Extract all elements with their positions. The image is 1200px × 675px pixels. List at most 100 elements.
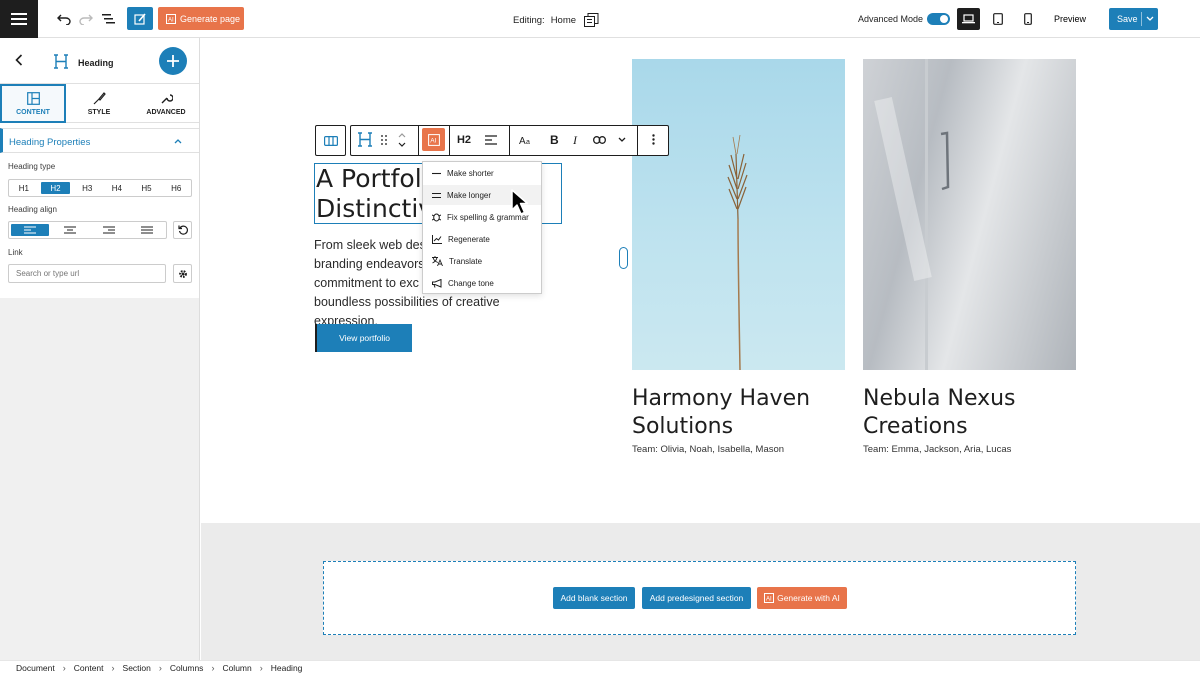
svg-text:AI: AI	[430, 137, 436, 144]
mobile-icon	[1024, 13, 1032, 25]
reset-icon	[177, 225, 188, 235]
list-view-button[interactable]	[99, 9, 119, 29]
block-type-button[interactable]	[355, 125, 375, 154]
options-button[interactable]	[643, 125, 663, 154]
menu-item-make-shorter[interactable]: Make shorter	[423, 163, 541, 183]
chevron-down-icon[interactable]	[1146, 16, 1154, 22]
tab-style[interactable]: STYLE	[66, 84, 132, 123]
italic-button[interactable]: I	[568, 125, 584, 154]
menu-button[interactable]	[0, 0, 38, 38]
tab-content[interactable]: CONTENT	[0, 84, 66, 123]
heading-icon	[358, 132, 372, 147]
breadcrumb-item[interactable]: Column	[222, 663, 251, 673]
align-left-icon	[24, 226, 37, 234]
move-up-down-buttons[interactable]	[396, 125, 408, 154]
mobile-view-button[interactable]	[1018, 9, 1038, 29]
advanced-mode-toggle[interactable]	[927, 13, 950, 25]
menu-item-regenerate[interactable]: Regenerate	[423, 229, 541, 249]
font-size-button[interactable]: Aa	[515, 125, 537, 154]
select-parent-button[interactable]	[316, 126, 345, 155]
card-image-wheat[interactable]	[632, 59, 845, 370]
text-align-button[interactable]	[480, 125, 502, 154]
list-view-icon	[102, 14, 115, 24]
undo-button[interactable]	[54, 9, 74, 29]
heading-type-h1[interactable]: H1	[9, 180, 39, 196]
align-right-button[interactable]	[90, 222, 128, 238]
breadcrumb-separator-icon: ›	[62, 663, 66, 673]
link-label: Link	[8, 248, 23, 257]
back-button[interactable]	[12, 53, 26, 67]
breadcrumb-item[interactable]: Document	[16, 663, 55, 673]
heading-type-h4[interactable]: H4	[102, 180, 132, 196]
breadcrumb-item[interactable]: Heading	[271, 663, 303, 673]
gear-icon	[178, 269, 187, 278]
breadcrumb: Document › Content › Section › Columns ›…	[0, 660, 1200, 675]
reset-align-button[interactable]	[173, 221, 192, 239]
door-image	[874, 59, 950, 370]
svg-text:B: B	[550, 134, 559, 145]
align-justify-button[interactable]	[128, 222, 166, 238]
view-portfolio-button[interactable]: View portfolio	[315, 324, 412, 352]
heading-type-label: Heading type	[8, 162, 56, 171]
heading-type-h3[interactable]: H3	[72, 180, 102, 196]
align-left-button[interactable]	[11, 224, 50, 236]
redo-button[interactable]	[76, 9, 96, 29]
more-formats-button[interactable]	[614, 125, 630, 154]
align-center-button[interactable]	[51, 222, 89, 238]
generate-with-ai-button[interactable]: AI Generate with AI	[757, 587, 847, 609]
breadcrumb-item[interactable]: Section	[123, 663, 151, 673]
add-predesigned-section-button[interactable]: Add predesigned section	[642, 587, 751, 609]
tablet-view-button[interactable]	[988, 9, 1008, 29]
heading-type-h5[interactable]: H5	[132, 180, 162, 196]
edit-mode-button[interactable]	[127, 7, 153, 30]
card-title: Harmony Haven Solutions	[632, 386, 811, 439]
bold-icon: B	[550, 134, 559, 145]
heading-level-button[interactable]: H2	[452, 125, 476, 154]
heading-type-h2[interactable]: H2	[40, 182, 71, 194]
heading-block-icon	[54, 54, 68, 69]
heading-type-h6[interactable]: H6	[161, 180, 191, 196]
link-icon	[592, 135, 606, 144]
link-settings-button[interactable]	[173, 264, 192, 283]
editor-window: AI Generate page Editing: Home Advanced …	[0, 0, 1200, 675]
chevron-up-icon[interactable]	[174, 138, 182, 144]
breadcrumb-item[interactable]: Content	[74, 663, 104, 673]
preview-button[interactable]: Preview	[1054, 14, 1086, 24]
generate-page-button[interactable]: AI Generate page	[158, 7, 244, 30]
drag-handle[interactable]	[378, 125, 390, 154]
menu-item-change-tone[interactable]: Change tone	[423, 273, 541, 293]
breadcrumb-item[interactable]: Columns	[170, 663, 204, 673]
block-title: Heading	[78, 58, 114, 68]
menu-item-label: Make shorter	[447, 168, 494, 178]
bold-button[interactable]: B	[545, 125, 563, 154]
desktop-view-button[interactable]	[957, 8, 980, 30]
add-blank-section-button[interactable]: Add blank section	[553, 587, 635, 609]
editing-page-name: Home	[550, 14, 577, 26]
heading-type-selector: H1 H2 H3 H4 H5 H6	[8, 179, 192, 197]
page-switch-icon[interactable]	[584, 13, 599, 27]
tab-advanced[interactable]: ADVANCED	[133, 84, 199, 123]
link-button[interactable]	[589, 125, 609, 154]
desktop-icon	[962, 14, 975, 24]
chevron-up-icon[interactable]	[398, 132, 406, 138]
chevron-down-icon[interactable]	[398, 142, 406, 147]
chevron-down-icon	[618, 137, 626, 142]
card-team: Team: Olivia, Noah, Isabella, Mason	[632, 444, 785, 455]
editing-indicator: Editing: Home	[513, 13, 599, 27]
card-image-door[interactable]	[863, 59, 1076, 370]
add-block-button[interactable]	[159, 47, 187, 75]
redo-icon	[79, 14, 93, 25]
breadcrumb-separator-icon: ›	[158, 663, 162, 673]
top-toolbar: AI Generate page Editing: Home Advanced …	[0, 0, 1200, 38]
ai-assistant-button[interactable]: AI	[422, 128, 445, 151]
chart-icon	[432, 234, 442, 244]
toolbar-divider	[418, 125, 419, 156]
link-input[interactable]	[8, 264, 166, 283]
breadcrumb-separator-icon: ›	[259, 663, 263, 673]
save-button[interactable]: Save	[1109, 8, 1158, 30]
menu-item-translate[interactable]: Translate	[423, 251, 541, 271]
block-toolbar: AI H2 Aa B I	[315, 125, 669, 156]
toolbar-divider	[449, 125, 450, 156]
content-icon	[26, 91, 40, 105]
column-resize-handle[interactable]	[619, 247, 628, 269]
